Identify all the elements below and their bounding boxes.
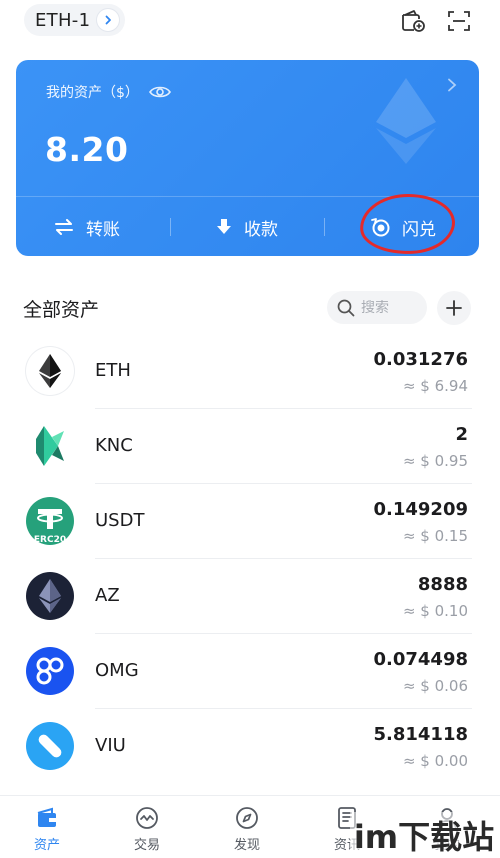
action-separator xyxy=(324,218,325,236)
token-amount: 5.814118 xyxy=(373,724,468,745)
token-amount: 0.031276 xyxy=(373,349,468,370)
eth-watermark-icon xyxy=(376,78,436,164)
transfer-label: 转账 xyxy=(86,219,120,240)
token-amount: 2 xyxy=(455,424,468,445)
token-value: ≈ $ 0.00 xyxy=(402,752,468,770)
action-separator xyxy=(170,218,171,236)
search-box[interactable] xyxy=(327,291,427,324)
nav-tab-assets[interactable]: 资产 xyxy=(12,806,82,853)
az-logo-icon xyxy=(26,572,74,620)
wallet-icon xyxy=(37,807,56,827)
transfer-icon xyxy=(55,219,73,235)
transfer-button[interactable]: 转账 xyxy=(54,210,120,244)
nav-label: 交易 xyxy=(133,838,160,853)
token-symbol: ETH xyxy=(95,360,131,381)
scan-icon[interactable] xyxy=(444,6,474,36)
card-chevron-icon[interactable] xyxy=(447,78,457,92)
plus-icon xyxy=(446,300,462,316)
chevron-right-icon xyxy=(97,9,120,31)
site-watermark: im下载站 xyxy=(350,812,498,858)
eth-logo-icon xyxy=(26,347,74,395)
assets-label-row: 我的资产（$） xyxy=(46,82,171,102)
asset-card: 我的资产（$） 8.20 转账 收款 闪兑 xyxy=(16,60,479,256)
nav-label: 资产 xyxy=(33,838,60,853)
receive-button[interactable]: 收款 xyxy=(216,210,278,244)
token-row-viu[interactable]: VIU 5.814118 ≈ $ 0.00 xyxy=(0,709,500,784)
token-amount: 8888 xyxy=(417,574,468,595)
token-symbol: OMG xyxy=(95,660,139,681)
wallet-add-icon[interactable] xyxy=(398,6,428,36)
receive-label: 收款 xyxy=(244,219,278,240)
token-row-az[interactable]: AZ 8888 ≈ $ 0.10 xyxy=(0,559,500,634)
eye-icon[interactable] xyxy=(148,85,171,99)
trade-icon xyxy=(136,807,158,829)
token-value: ≈ $ 6.94 xyxy=(402,377,468,395)
omg-logo-icon xyxy=(26,647,74,695)
token-row-eth[interactable]: ETH 0.031276 ≈ $ 6.94 xyxy=(0,334,500,409)
knc-logo-icon xyxy=(26,422,74,470)
viu-logo-icon xyxy=(26,722,74,770)
token-symbol: KNC xyxy=(95,435,133,456)
wallet-name: ETH-1 xyxy=(35,9,91,31)
site-watermark-text: im下载站 xyxy=(353,818,495,856)
nav-tab-discover[interactable]: 发现 xyxy=(212,806,282,853)
search-icon xyxy=(337,299,355,316)
token-symbol: AZ xyxy=(95,585,120,606)
top-bar: ETH-1 xyxy=(0,0,500,44)
search-input[interactable] xyxy=(361,299,421,316)
nav-tab-trade[interactable]: 交易 xyxy=(112,806,182,853)
compass-icon xyxy=(236,807,258,829)
token-row-knc[interactable]: KNC 2 ≈ $ 0.95 xyxy=(0,409,500,484)
token-row-omg[interactable]: OMG 0.074498 ≈ $ 0.06 xyxy=(0,634,500,709)
token-amount: 0.149209 xyxy=(373,499,468,520)
assets-section-title: 全部资产 xyxy=(23,299,100,321)
nav-label: 发现 xyxy=(233,838,260,853)
receive-icon xyxy=(217,219,231,234)
total-balance: 8.20 xyxy=(45,130,129,169)
token-symbol: VIU xyxy=(95,735,126,756)
token-value: ≈ $ 0.95 xyxy=(402,452,468,470)
token-row-usdt[interactable]: ERC20 USDT 0.149209 ≈ $ 0.15 xyxy=(0,484,500,559)
assets-label: 我的资产（$） xyxy=(46,85,139,101)
token-value: ≈ $ 0.10 xyxy=(402,602,468,620)
token-symbol: USDT xyxy=(95,510,145,531)
token-amount: 0.074498 xyxy=(373,649,468,670)
add-token-button[interactable] xyxy=(437,291,471,325)
usdt-erc20-badge: ERC20 xyxy=(33,535,67,545)
token-list: ETH 0.031276 ≈ $ 6.94 KNC 2 ≈ $ 0.95 ERC… xyxy=(0,334,500,784)
token-value: ≈ $ 0.06 xyxy=(402,677,468,695)
highlight-annotation xyxy=(358,191,457,256)
token-value: ≈ $ 0.15 xyxy=(402,527,468,545)
wallet-selector[interactable]: ETH-1 xyxy=(24,4,126,36)
